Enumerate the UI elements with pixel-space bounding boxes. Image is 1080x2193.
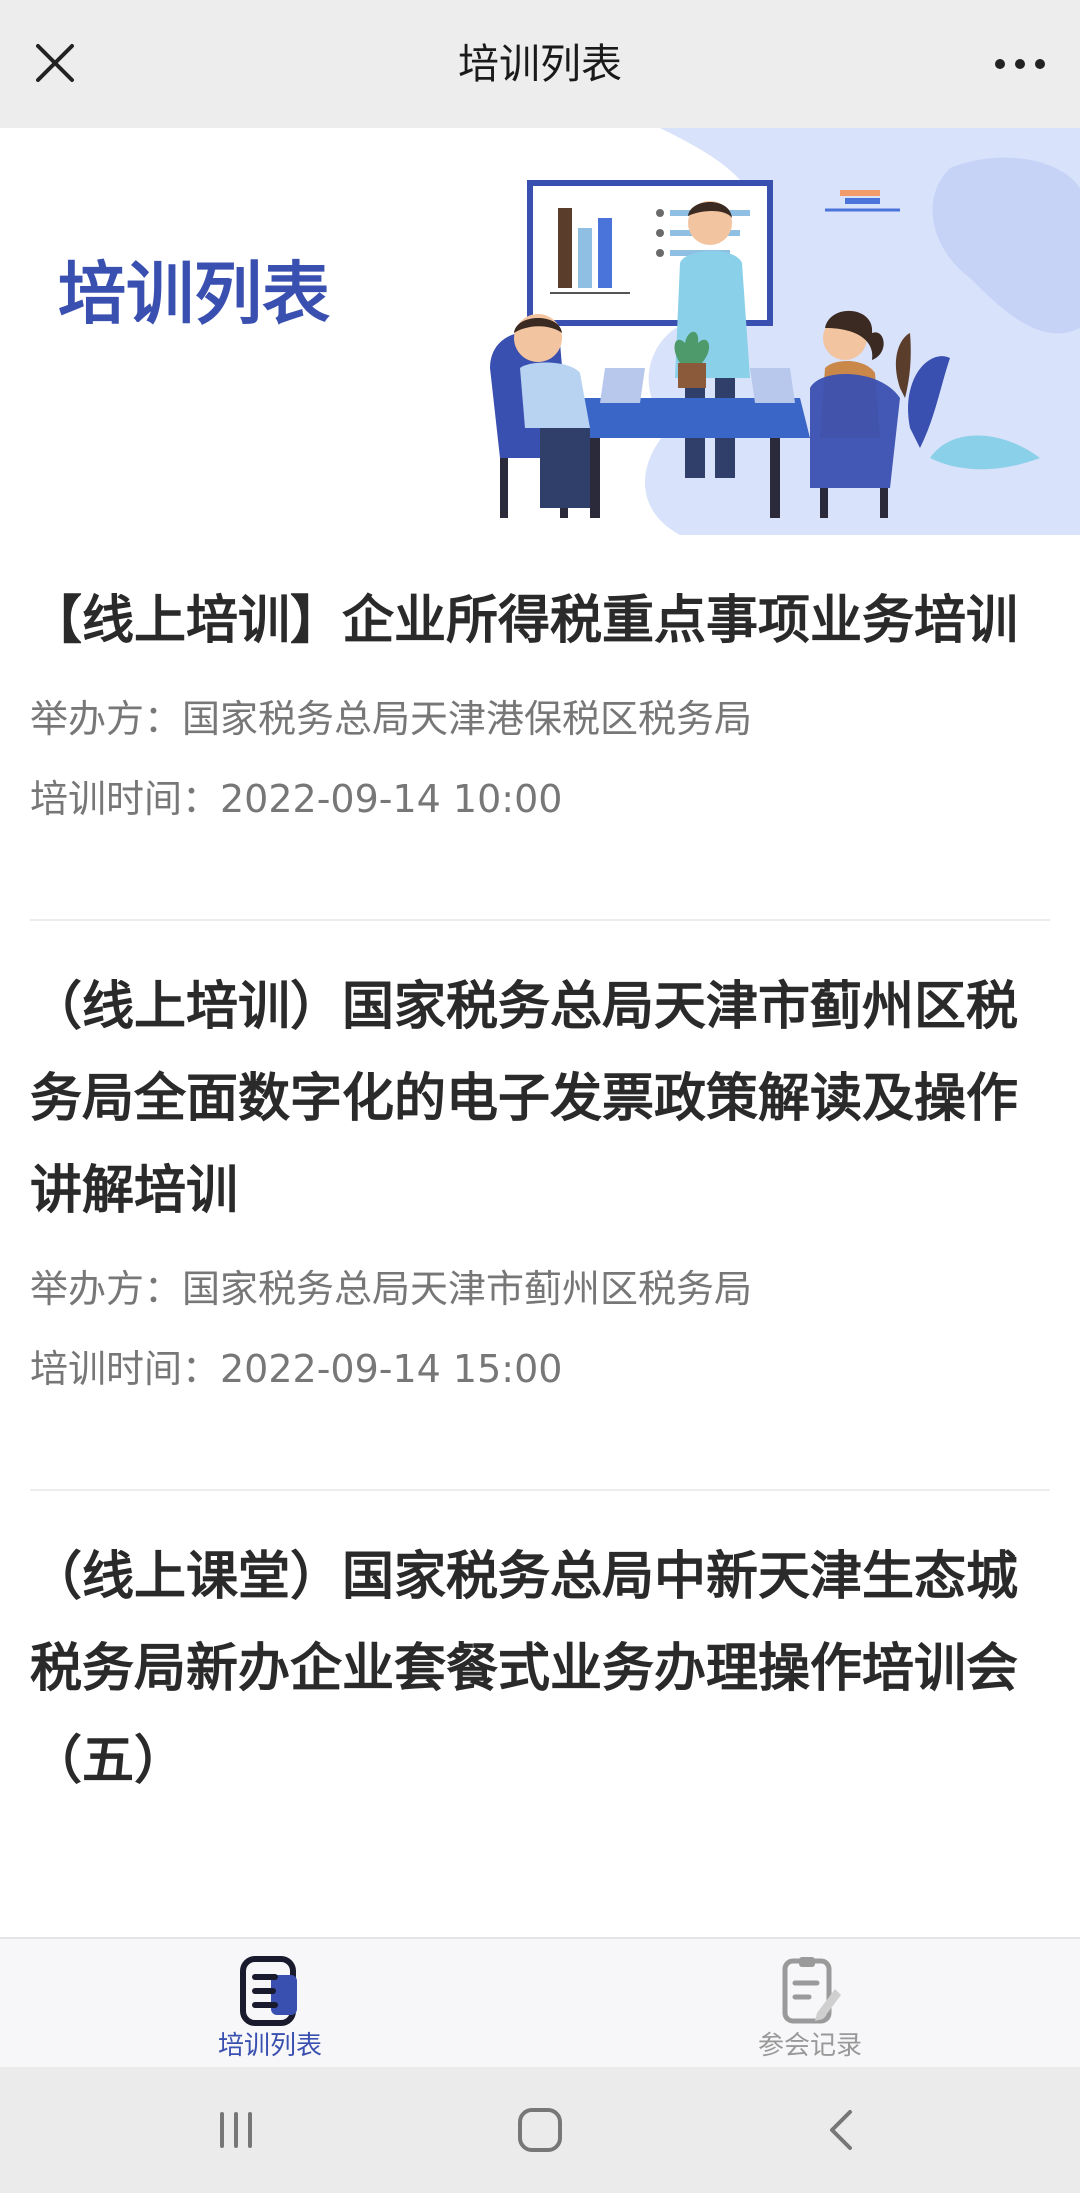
- tab-label: 培训列表: [217, 2031, 322, 2061]
- home-icon[interactable]: [510, 2100, 570, 2160]
- item-time: 培训时间：2022-09-14 10:00: [30, 777, 563, 821]
- list-document-icon: [240, 1956, 297, 2026]
- tab-training-list[interactable]: 培训列表: [0, 1939, 540, 2069]
- item-organizer: 举办方：国家税务总局天津市蓟州区税务局: [30, 1267, 753, 1311]
- training-list: 【线上培训】企业所得税重点事项业务培训 举办方：国家税务总局天津港保税区税务局 …: [0, 535, 1080, 1807]
- back-icon[interactable]: [812, 2100, 872, 2160]
- tab-label: 参会记录: [757, 2031, 862, 2061]
- system-nav-bar: [0, 2067, 1080, 2193]
- page-title: 培训列表: [458, 40, 622, 88]
- item-title[interactable]: （线上培训）国家税务总局天津市蓟州区税务局全面数字化的电子发票政策解读及操作讲解…: [30, 921, 1050, 1237]
- item-title[interactable]: （线上课堂）国家税务总局中新天津生态城税务局新办企业套餐式业务办理操作培训会（五…: [30, 1491, 1050, 1807]
- item-time: 培训时间：2022-09-14 15:00: [30, 1347, 563, 1391]
- recent-apps-icon[interactable]: [206, 2100, 266, 2160]
- item-title[interactable]: 【线上培训】企业所得税重点事项业务培训: [30, 535, 1050, 667]
- title-bar: 培训列表: [0, 0, 1080, 128]
- list-item[interactable]: 【线上培训】企业所得税重点事项业务培训 举办方：国家税务总局天津港保税区税务局 …: [0, 535, 1080, 919]
- banner-title: 培训列表: [58, 255, 331, 335]
- item-organizer: 举办方：国家税务总局天津港保税区税务局: [30, 697, 753, 741]
- banner: 培训列表: [0, 128, 1080, 535]
- tab-bar: 培训列表 参会记录: [0, 1937, 1080, 2067]
- list-item[interactable]: （线上课堂）国家税务总局中新天津生态城税务局新办企业套餐式业务办理操作培训会（五…: [0, 1491, 1080, 1807]
- meeting-illustration: [490, 128, 1080, 535]
- list-item[interactable]: （线上培训）国家税务总局天津市蓟州区税务局全面数字化的电子发票政策解读及操作讲解…: [0, 921, 1080, 1489]
- tab-attendance-records[interactable]: 参会记录: [540, 1939, 1080, 2069]
- record-edit-icon: [782, 1957, 841, 2024]
- more-dots-icon[interactable]: [990, 40, 1050, 88]
